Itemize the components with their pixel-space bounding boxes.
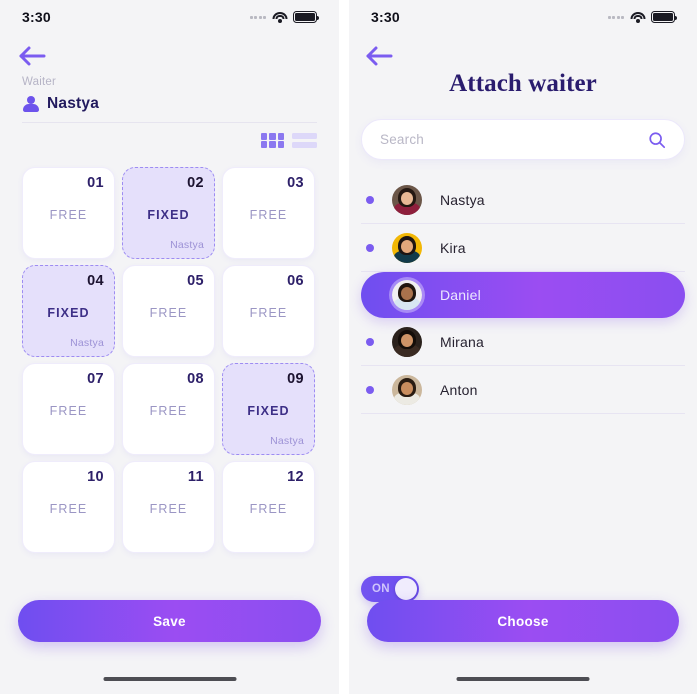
table-state: FREE [249, 208, 288, 222]
status-time: 3:30 [22, 9, 51, 25]
waiter-name: Mirana [440, 333, 484, 350]
table-state: FREE [49, 404, 88, 418]
table-card[interactable]: 08 FREE [122, 363, 215, 455]
table-card[interactable]: 02 FIXED Nastya [122, 167, 215, 259]
waiter-list-item[interactable]: Nastya [361, 176, 685, 224]
home-indicator [456, 676, 590, 681]
battery-icon [651, 11, 678, 23]
table-state: FIXED [247, 404, 290, 418]
wifi-icon [272, 11, 287, 23]
waiter-name: Kira [440, 239, 466, 256]
waiter-list: Nastya Kira Daniel Mirana Anton [361, 176, 685, 414]
table-card[interactable]: 09 FIXED Nastya [222, 363, 315, 455]
table-card[interactable]: 10 FREE [22, 461, 115, 553]
waiter-selector[interactable]: Nastya [22, 95, 99, 113]
status-dot [366, 195, 374, 204]
phone-screen-tables: 3:30 Waiter Nastya 01 FREE 02 FIXED Nast… [0, 0, 339, 694]
waiter-label: Waiter [22, 76, 56, 88]
waiter-list-item[interactable]: Mirana [361, 318, 685, 366]
avatar [392, 279, 422, 310]
table-card[interactable]: 05 FREE [122, 265, 215, 357]
table-state: FREE [149, 306, 188, 320]
waiter-name: Daniel [440, 286, 481, 303]
status-bar: 3:30 [0, 0, 339, 34]
signal-dots-icon [249, 15, 266, 19]
table-number: 02 [187, 175, 204, 191]
table-number: 08 [187, 371, 204, 387]
tables-grid: 01 FREE 02 FIXED Nastya 03 FREE 04 FIXED Nastya 05… [22, 167, 316, 553]
table-state: FREE [149, 404, 188, 418]
search-bar[interactable] [361, 119, 685, 160]
table-state: FREE [249, 306, 288, 320]
phone-screen-attach-waiter: 3:30 Attach waiter Nastya Kira Daniel Miran… [349, 0, 697, 694]
back-arrow-icon[interactable] [365, 44, 399, 72]
waiter-name: Nastya [440, 191, 485, 208]
table-number: 03 [287, 175, 304, 191]
table-number: 01 [87, 175, 104, 191]
table-state: FIXED [147, 208, 190, 222]
table-owner: Nastya [270, 435, 304, 447]
search-input[interactable] [380, 132, 648, 147]
status-dot [366, 291, 374, 299]
table-card[interactable]: 12 FREE [222, 461, 315, 553]
dual-phone-mockup: 3:30 Waiter Nastya 01 FREE 02 FIXED Nast… [0, 0, 697, 694]
table-owner: Nastya [70, 337, 104, 349]
table-number: 10 [87, 469, 104, 485]
table-card[interactable]: 03 FREE [222, 167, 315, 259]
table-state: FIXED [47, 306, 90, 320]
choose-button[interactable]: Choose [367, 600, 679, 642]
signal-dots-icon [607, 15, 624, 19]
avatar [392, 232, 422, 263]
back-arrow-icon[interactable] [18, 44, 52, 72]
list-view-icon[interactable] [292, 133, 317, 149]
person-icon [22, 95, 39, 113]
table-state: FREE [49, 502, 88, 516]
table-card[interactable]: 07 FREE [22, 363, 115, 455]
table-state: FREE [249, 502, 288, 516]
table-number: 11 [187, 469, 204, 485]
view-switcher [260, 133, 317, 149]
table-card[interactable]: 06 FREE [222, 265, 315, 357]
home-indicator [103, 676, 236, 681]
table-card[interactable]: 04 FIXED Nastya [22, 265, 115, 357]
table-card[interactable]: 01 FREE [22, 167, 115, 259]
waiter-name: Nastya [47, 95, 100, 112]
status-icons [249, 11, 320, 23]
table-card[interactable]: 11 FREE [122, 461, 215, 553]
status-dot [366, 337, 374, 346]
table-number: 05 [187, 273, 204, 289]
toggle-knob[interactable] [395, 578, 417, 600]
waiter-active-toggle[interactable]: ON [361, 576, 419, 602]
wifi-icon [630, 11, 645, 23]
table-number: 12 [287, 469, 304, 485]
avatar [392, 184, 422, 215]
avatar [392, 326, 422, 357]
table-state: FREE [149, 502, 188, 516]
table-number: 09 [287, 371, 304, 387]
status-dot [366, 243, 374, 252]
grid-view-icon[interactable] [260, 133, 284, 148]
waiter-list-item[interactable]: Daniel [361, 272, 685, 318]
waiter-name: Anton [440, 381, 478, 398]
battery-icon [293, 11, 320, 23]
status-dot [366, 385, 374, 394]
status-bar: 3:30 [349, 0, 697, 34]
status-time: 3:30 [371, 9, 400, 25]
toggle-label: ON [372, 583, 390, 595]
table-number: 04 [87, 273, 104, 289]
page-title: Attach waiter [449, 70, 597, 97]
table-owner: Nastya [170, 239, 204, 251]
table-number: 07 [87, 371, 104, 387]
table-number: 06 [287, 273, 304, 289]
table-state: FREE [49, 208, 88, 222]
panel-gap [339, 0, 349, 694]
waiter-list-item[interactable]: Anton [361, 366, 685, 414]
divider [22, 122, 317, 123]
status-icons [607, 11, 678, 23]
save-button[interactable]: Save [18, 600, 321, 642]
waiter-info-block: Waiter Nastya [22, 76, 99, 113]
avatar [392, 374, 422, 405]
search-icon[interactable] [648, 131, 666, 149]
waiter-list-item[interactable]: Kira [361, 224, 685, 272]
